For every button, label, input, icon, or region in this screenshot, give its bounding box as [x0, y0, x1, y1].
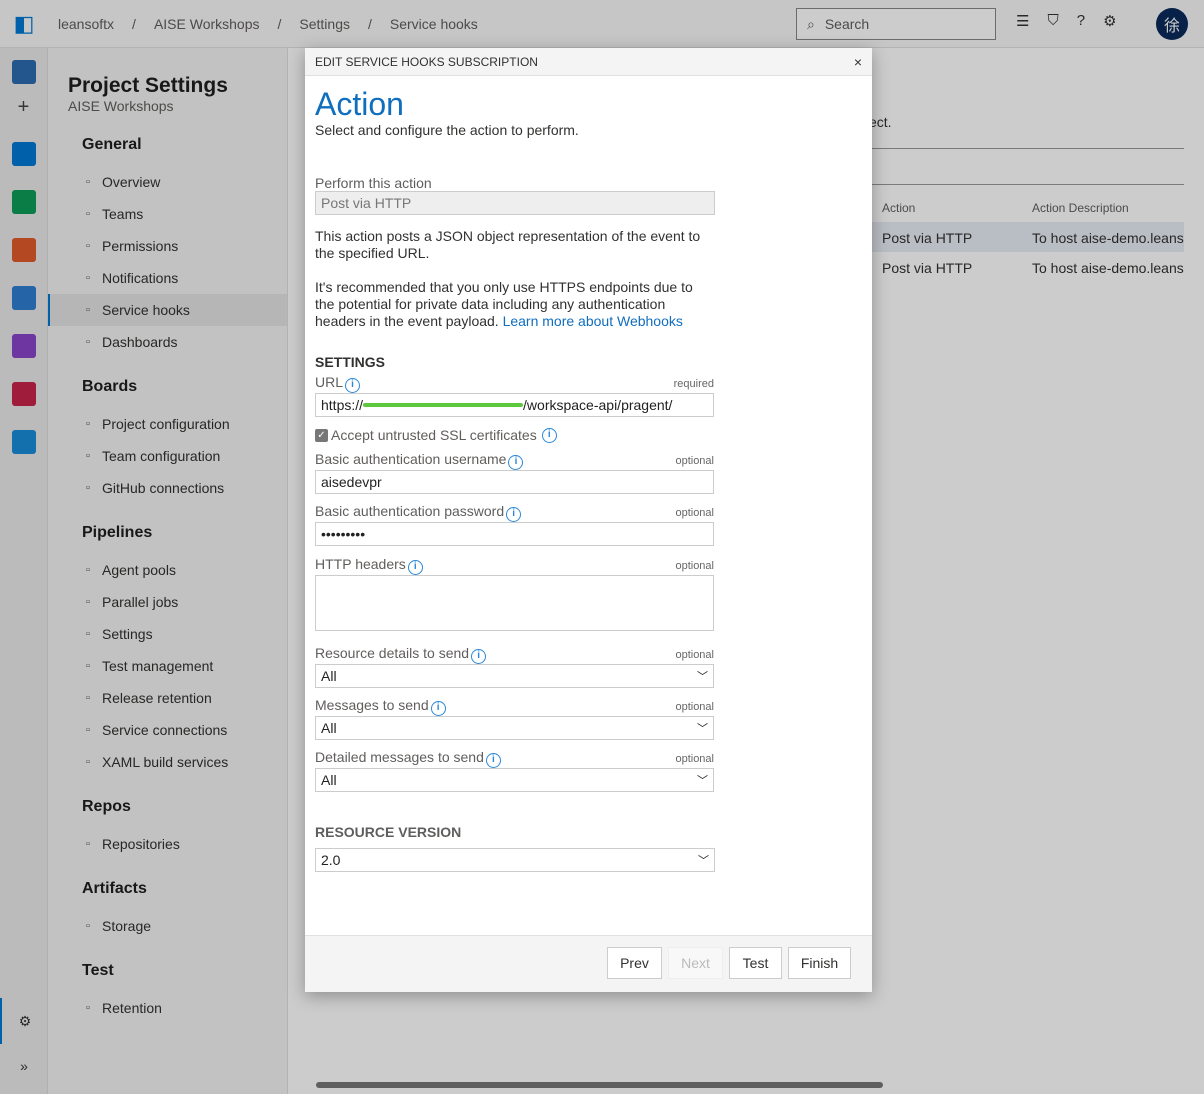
prev-button[interactable]: Prev [607, 947, 662, 979]
dialog-header: EDIT SERVICE HOOKS SUBSCRIPTION [315, 54, 538, 69]
redaction-mark [363, 403, 524, 407]
info-icon[interactable]: i [485, 753, 501, 768]
resource-version-select[interactable]: 2.0 ﹀ [315, 848, 715, 872]
url-input[interactable]: https:///workspace-api/pragent/ [315, 393, 714, 417]
learn-more-link[interactable]: Learn more about Webhooks [503, 313, 683, 329]
info-icon[interactable]: i [471, 649, 487, 664]
chevron-down-icon: ﹀ [697, 671, 708, 683]
username-input[interactable]: aisedevpr [315, 470, 714, 494]
close-icon[interactable]: × [854, 54, 862, 70]
dialog-title: Action [315, 86, 404, 122]
detailed-messages-select[interactable]: All ﹀ [315, 768, 714, 792]
info-icon[interactable]: i [407, 560, 423, 575]
edit-subscription-dialog: EDIT SERVICE HOOKS SUBSCRIPTION × Action … [305, 48, 872, 992]
messages-select[interactable]: All ﹀ [315, 716, 714, 740]
info-icon[interactable]: i [506, 507, 522, 522]
info-icon[interactable]: i [508, 455, 524, 470]
password-input[interactable]: ••••••••• [315, 522, 714, 546]
info-icon[interactable]: i [430, 701, 446, 716]
finish-button[interactable]: Finish [788, 947, 851, 979]
resource-details-select[interactable]: All ﹀ [315, 664, 714, 688]
next-button[interactable]: Next [668, 947, 723, 979]
chevron-down-icon: ﹀ [698, 855, 709, 867]
ssl-checkbox[interactable]: ✓ [315, 428, 328, 442]
perform-action-field: Post via HTTP [315, 191, 715, 215]
test-button[interactable]: Test [729, 947, 782, 979]
chevron-down-icon: ﹀ [697, 775, 708, 787]
dialog-footer: Prev Next Test Finish [305, 935, 872, 992]
http-headers-textarea[interactable] [315, 575, 714, 631]
info-icon[interactable]: i [345, 378, 361, 393]
info-icon[interactable]: i [541, 427, 557, 443]
chevron-down-icon: ﹀ [697, 723, 708, 735]
